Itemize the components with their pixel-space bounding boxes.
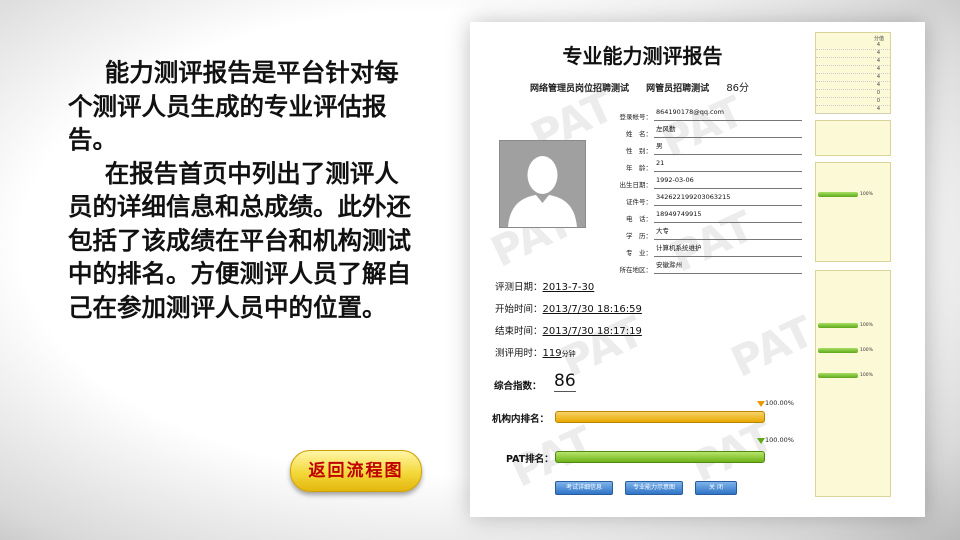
- score-list: 分值 4 4 4 4 4 4 0 0 4: [816, 35, 890, 114]
- time-value: 2013/7/30 18:17:19: [542, 326, 642, 337]
- info-row: 年 龄： 21: [616, 157, 806, 174]
- score-header: 分值: [873, 36, 884, 42]
- info-row: 姓 名： 左风勤: [616, 123, 806, 140]
- side-bar: [818, 373, 858, 378]
- side-percent: 100%: [860, 373, 873, 378]
- intro-text: 能力测评报告是平台针对每个测评人员生成的专业评估报告。 在报告首页中列出了测评人…: [68, 56, 418, 324]
- side-bar: [818, 348, 858, 353]
- pat-rank-percent: 100.00%: [765, 436, 794, 444]
- info-value: 1992-03-06: [654, 174, 802, 189]
- info-value: 21: [654, 157, 802, 172]
- info-value: 左风勤: [654, 123, 802, 138]
- info-label: 出生日期：: [619, 181, 653, 189]
- org-rank-percent: 100.00%: [765, 399, 794, 407]
- score-item: 4: [816, 74, 890, 82]
- score-item: 4: [816, 82, 890, 90]
- info-row: 专 业： 计算机系统维护: [616, 242, 806, 259]
- info-label: 证件号：: [626, 198, 652, 206]
- info-label: 姓 名：: [626, 130, 652, 138]
- report-screenshot: PAT PAT PAT PAT PAT PAT PAT PAT 专业能力测评报告…: [470, 22, 925, 517]
- score-item: 4: [816, 42, 890, 50]
- exam-name: 网络管理员岗位招聘测试: [530, 84, 630, 94]
- watermark: PAT: [723, 306, 822, 387]
- pat-rank-marker-icon: [757, 438, 765, 444]
- info-label: 性 别：: [626, 147, 652, 155]
- info-label: 专 业：: [626, 249, 652, 257]
- time-row: 评测日期：2013-7-30: [495, 279, 695, 301]
- report-title: 专业能力测评报告: [562, 44, 723, 68]
- info-row: 学 历： 大专: [616, 225, 806, 242]
- info-row: 所在地区： 安徽滁州: [616, 259, 806, 276]
- info-row: 证件号： 342622199203063215: [616, 191, 806, 208]
- total-score: 86分: [726, 83, 750, 94]
- score-item: 4: [816, 106, 890, 114]
- time-label: 开始时间：: [495, 304, 543, 315]
- org-rank-label: 机构内排名：: [492, 414, 550, 425]
- time-value: 2013/7/30 18:16:59: [542, 304, 642, 315]
- report-page: PAT PAT PAT PAT PAT PAT PAT PAT 专业能力测评报告…: [470, 22, 821, 517]
- info-value: 342622199203063215: [654, 191, 802, 206]
- close-button[interactable]: 关 闭: [695, 481, 737, 495]
- score-item: 4: [816, 50, 890, 58]
- person-silhouette-icon: [500, 141, 585, 227]
- slide: 能力测评报告是平台针对每个测评人员生成的专业评估报告。 在报告首页中列出了测评人…: [0, 0, 960, 540]
- time-label: 测评用时：: [495, 348, 543, 359]
- side-box: 100%: [815, 162, 891, 262]
- intro-paragraph-1: 能力测评报告是平台针对每个测评人员生成的专业评估报告。: [68, 58, 399, 154]
- composite-label: 综合指数：: [494, 381, 542, 392]
- score-item: 4: [816, 58, 890, 66]
- test-times: 评测日期：2013-7-30 开始时间：2013/7/30 18:16:59 结束时…: [495, 279, 695, 367]
- info-label: 所在地区：: [619, 266, 653, 274]
- side-box: 100% 100% 100%: [815, 270, 891, 497]
- score-item: 4: [816, 66, 890, 74]
- side-percent: 100%: [860, 323, 873, 328]
- info-row: 性 别：男: [616, 140, 806, 157]
- composite-value: 86: [554, 371, 576, 392]
- side-bar: [818, 192, 858, 197]
- time-label: 结束时间：: [495, 326, 543, 337]
- info-value: 18949749915: [654, 208, 802, 223]
- org-rank-bar: [555, 411, 765, 423]
- score-item: 0: [816, 98, 890, 106]
- info-value: 864190178@qq.com: [654, 106, 802, 121]
- time-value: 119: [542, 348, 562, 359]
- score-list-box: 分值 4 4 4 4 4 4 0 0 4: [815, 32, 891, 114]
- intro-paragraph-2: 在报告首页中列出了测评人员的详细信息和总成绩。此外还包括了该成绩在平台和机构测试…: [68, 158, 411, 322]
- pat-rank-bar: [555, 451, 765, 463]
- info-value: 计算机系统维护: [654, 242, 802, 257]
- score-item: 0: [816, 90, 890, 98]
- info-label: 登录帐号：: [619, 113, 653, 121]
- info-value: 安徽滁州: [654, 259, 802, 274]
- side-percent: 100%: [860, 192, 873, 197]
- info-value: 男: [654, 140, 802, 155]
- side-bar: [818, 323, 858, 328]
- paper-name: 网管员招聘测试: [646, 84, 710, 94]
- side-panel: 分值 4 4 4 4 4 4 0 0 4 100% 100% 100% 100%: [815, 22, 925, 517]
- personal-info: 登录帐号： 864190178@qq.com 姓 名： 左风勤性 别：男年 龄： 21 出…: [616, 106, 806, 276]
- side-box: [815, 120, 891, 156]
- org-rank-marker-icon: [757, 401, 765, 407]
- info-row: 电 话： 18949749915: [616, 208, 806, 225]
- back-to-flowchart-button[interactable]: 返回流程图: [290, 450, 422, 492]
- info-label: 学 历：: [626, 232, 652, 240]
- report-subtitle: 网络管理员岗位招聘测试 网管员招聘测试 86分: [530, 79, 763, 94]
- time-row: 开始时间：2013/7/30 18:16:59: [495, 301, 695, 323]
- info-value: 大专: [654, 225, 802, 240]
- side-percent: 100%: [860, 348, 873, 353]
- time-label: 评测日期：: [495, 282, 543, 293]
- avatar: [499, 140, 586, 228]
- pat-rank-label: PAT排名：: [506, 454, 554, 465]
- time-row: 测评用时：119分钟: [495, 345, 695, 367]
- info-row: 登录帐号： 864190178@qq.com: [616, 106, 806, 123]
- time-row: 结束时间：2013/7/30 18:17:19: [495, 323, 695, 345]
- exam-details-button[interactable]: 考试详细信息: [555, 481, 613, 495]
- info-label: 电 话：: [626, 215, 652, 223]
- ability-chart-button[interactable]: 专业能力示意图: [625, 481, 683, 495]
- time-value: 2013-7-30: [542, 282, 595, 293]
- info-label: 年 龄：: [626, 164, 652, 172]
- info-row: 出生日期： 1992-03-06: [616, 174, 806, 191]
- time-unit: 分钟: [561, 350, 576, 358]
